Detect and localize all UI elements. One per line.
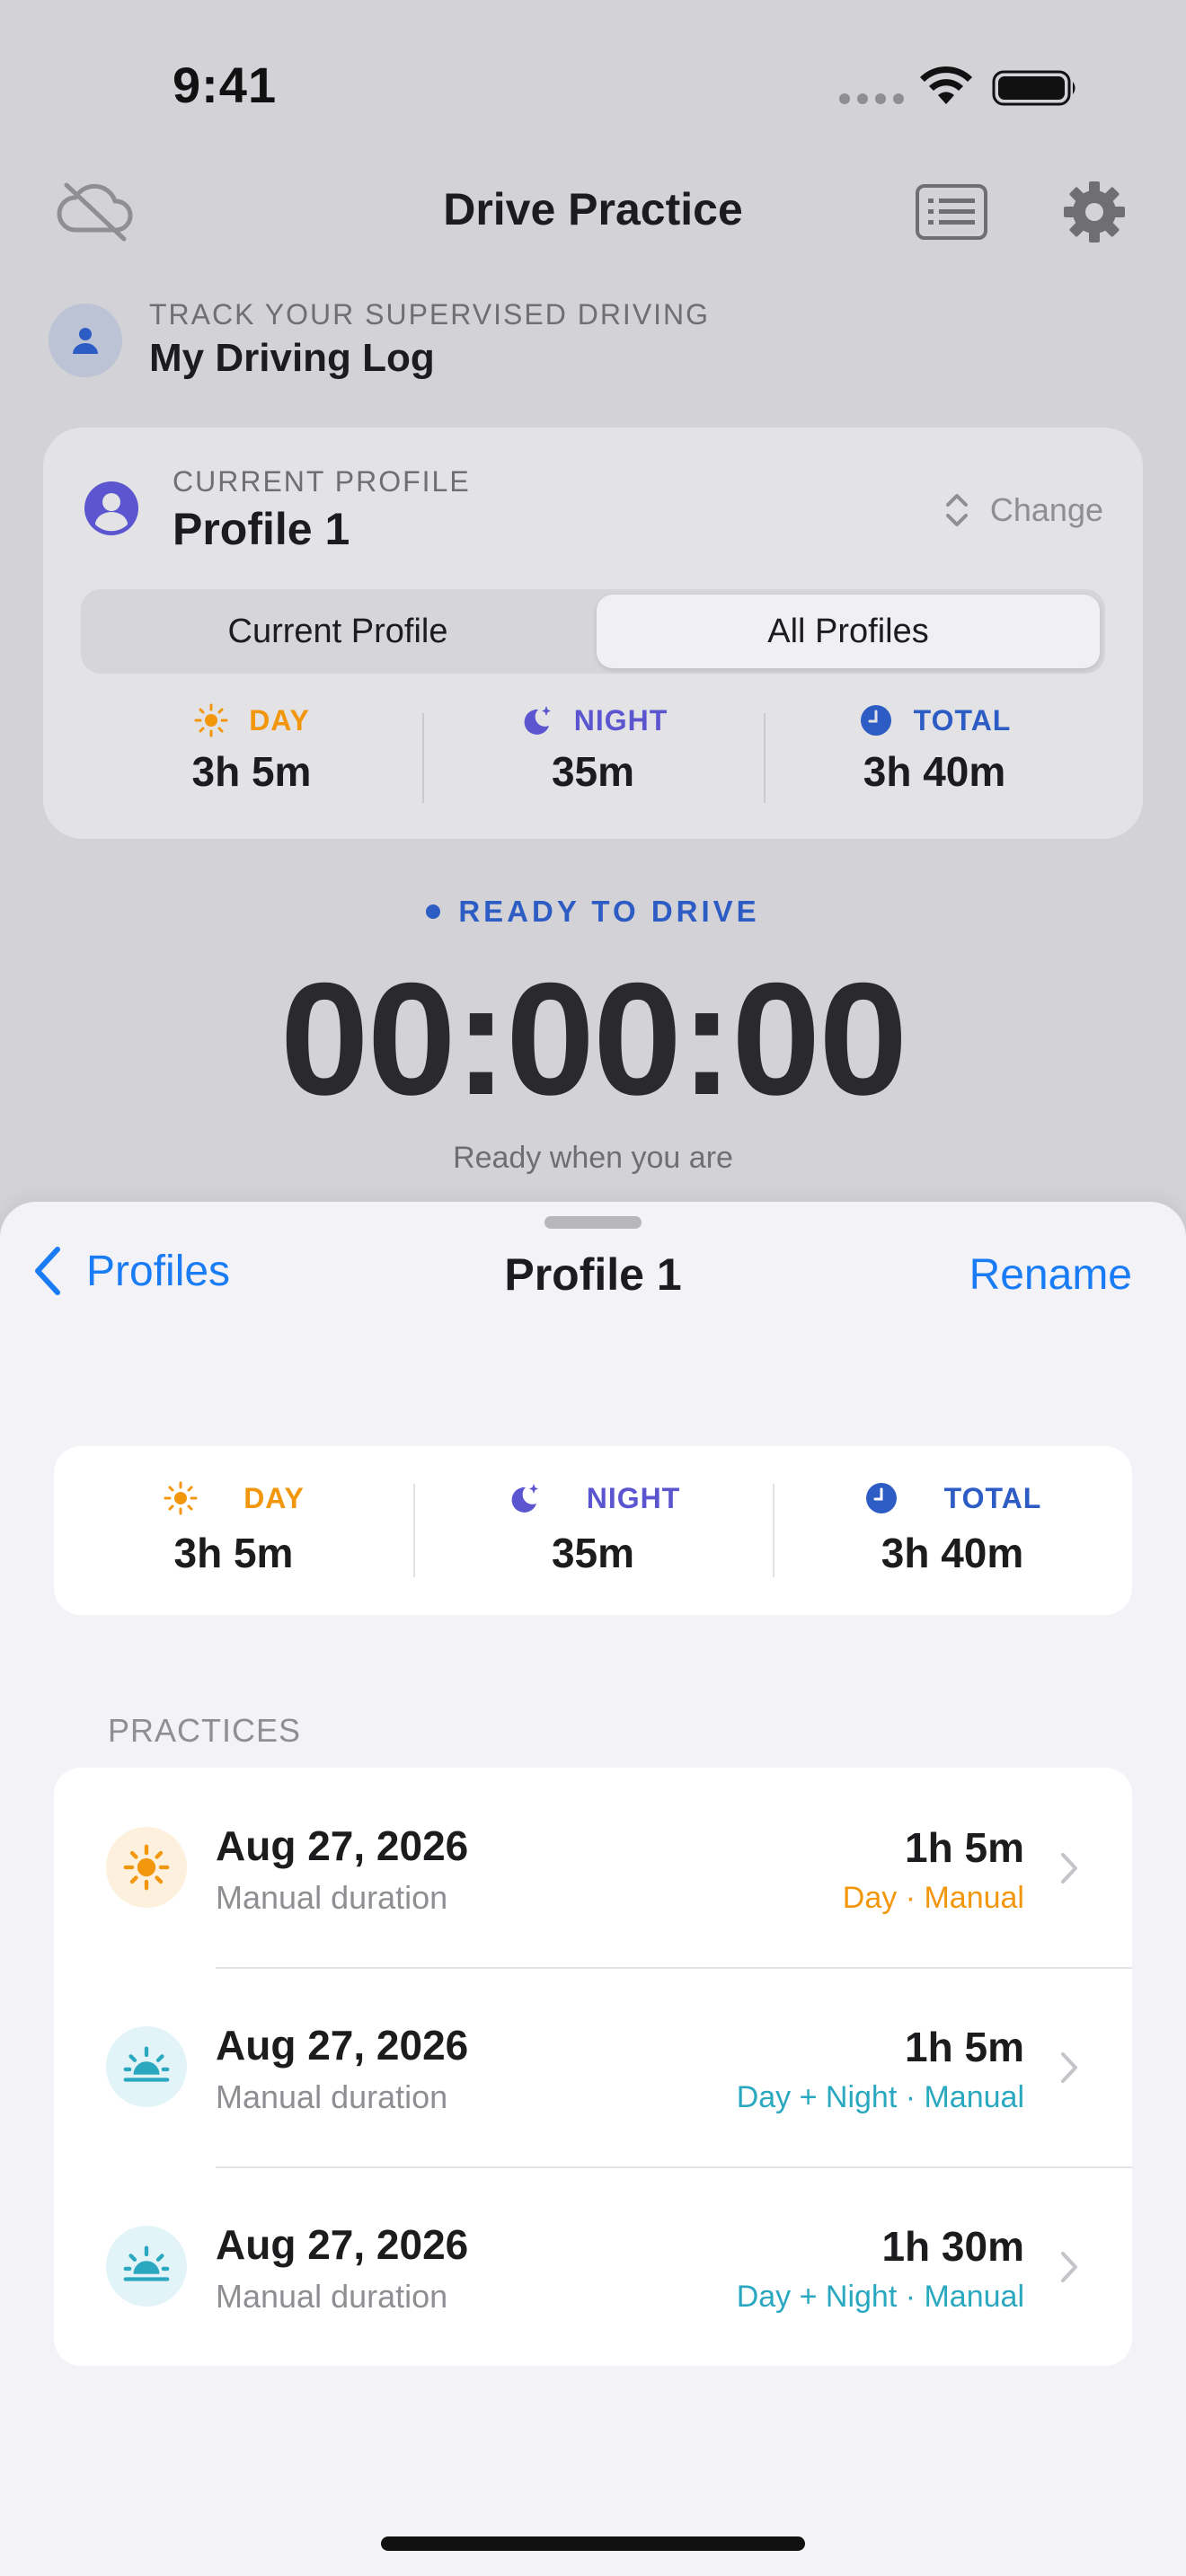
profile-stats: DAY 3h 5m NIGHT 35m TOTAL 3h 40m [81, 702, 1105, 819]
practice-duration: 1h 30m [881, 2223, 1024, 2270]
drive-status-label: READY TO DRIVE [458, 895, 760, 928]
stat-night-value: 35m [551, 748, 635, 795]
stat-night-label: NIGHT [573, 703, 668, 737]
chevron-up-down-icon [945, 494, 968, 526]
sheet-stat-night: NIGHT 35m [413, 1480, 773, 1588]
practice-date: Aug 27, 2026 [216, 1822, 469, 1869]
sheet-grabber[interactable] [544, 1216, 642, 1229]
practice-row[interactable]: Aug 27, 2026 Manual duration 1h 5m Day ·… [54, 1768, 1132, 1967]
sheet-stats: DAY 3h 5m NIGHT 35m TOTAL 3h 40m [54, 1480, 1132, 1588]
clock-icon [865, 1483, 897, 1513]
header-title: My Driving Log [149, 336, 435, 380]
practice-date: Aug 27, 2026 [216, 2022, 469, 2069]
segment-current-profile[interactable]: Current Profile [86, 595, 589, 668]
chevron-right-icon [1061, 2052, 1077, 2083]
status-time: 9:41 [173, 57, 278, 113]
sun-icon [194, 703, 228, 737]
sunset-icon [106, 2226, 187, 2307]
status-bar: 9:41 [0, 0, 1186, 162]
app-title: Drive Practice [443, 184, 743, 234]
practice-date: Aug 27, 2026 [216, 2221, 469, 2268]
sheet-stat-day-value: 3h 5m [173, 1530, 294, 1576]
sheet-stat-day: DAY 3h 5m [54, 1480, 413, 1588]
gear-icon[interactable] [1060, 178, 1128, 246]
practice-kind: Day + Night · Manual [736, 2080, 1024, 2114]
person-icon [73, 328, 98, 354]
battery-icon [992, 70, 1075, 106]
moon-stars-icon [511, 1484, 538, 1513]
practice-subtitle: Manual duration [216, 2078, 448, 2115]
header-eyebrow: TRACK YOUR SUPERVISED DRIVING [149, 298, 711, 331]
user-avatar [49, 304, 122, 377]
segment-all-profiles[interactable]: All Profiles [597, 595, 1100, 668]
cellular-signal-icon [839, 93, 904, 104]
rename-button[interactable]: Rename [969, 1250, 1132, 1300]
profile-detail-sheet: Profiles Profile 1 Rename DAY 3h 5m NIGH… [0, 1202, 1186, 2576]
sheet-stat-night-label: NIGHT [586, 1481, 681, 1514]
sunset-icon [106, 2026, 187, 2107]
stat-night: NIGHT 35m [422, 702, 764, 819]
practice-duration: 1h 5m [905, 2024, 1024, 2070]
log-list-icon[interactable] [915, 183, 988, 241]
row-divider [216, 1967, 1132, 1969]
practice-kind: Day · Manual [842, 1881, 1024, 1915]
sheet-stat-total-value: 3h 40m [881, 1530, 1024, 1576]
sheet-stats-card: DAY 3h 5m NIGHT 35m TOTAL 3h 40m [54, 1446, 1132, 1615]
timer-subtitle: Ready when you are [453, 1141, 733, 1175]
stat-day-label: DAY [249, 703, 310, 737]
practice-duration: 1h 5m [905, 1824, 1024, 1871]
stat-total: TOTAL 3h 40m [764, 702, 1105, 819]
sun-icon [106, 1827, 187, 1908]
chevron-right-icon [1061, 2252, 1077, 2282]
navigation-bar: Drive Practice [0, 162, 1186, 260]
profile-eyebrow: CURRENT PROFILE [173, 465, 471, 498]
current-profile-card: CURRENT PROFILE Profile 1 Change Current… [43, 428, 1143, 839]
stat-total-label: TOTAL [913, 703, 1012, 737]
practice-row[interactable]: Aug 27, 2026 Manual duration 1h 5m Day +… [54, 1967, 1132, 2166]
sheet-stat-total-label: TOTAL [943, 1481, 1042, 1514]
sun-icon [164, 1481, 198, 1515]
profile-avatar-icon [84, 481, 138, 535]
row-divider [216, 2166, 1132, 2168]
profile-name: Profile 1 [173, 504, 350, 554]
drive-timer: 00:00:00 [279, 949, 908, 1128]
status-dot [426, 904, 441, 919]
clock-icon [860, 705, 891, 736]
sheet-stat-total: TOTAL 3h 40m [773, 1480, 1132, 1588]
practice-subtitle: Manual duration [216, 2278, 448, 2315]
sheet-stat-night-value: 35m [551, 1530, 635, 1576]
change-label: Change [989, 491, 1103, 528]
sheet-stat-day-label: DAY [243, 1481, 305, 1514]
home-indicator[interactable] [381, 2536, 805, 2551]
moon-stars-icon [524, 706, 551, 735]
practice-row[interactable]: Aug 27, 2026 Manual duration 1h 30m Day … [54, 2166, 1132, 2366]
practice-list: Aug 27, 2026 Manual duration 1h 5m Day ·… [54, 1768, 1132, 2366]
stat-total-value: 3h 40m [863, 748, 1006, 795]
change-profile-button[interactable]: Change [943, 490, 1103, 530]
practices-section-header: PRACTICES [108, 1712, 302, 1749]
profile-scope-segmented-control: Current Profile All Profiles [81, 589, 1105, 674]
stat-day: DAY 3h 5m [81, 702, 422, 819]
wifi-icon [920, 66, 972, 104]
practice-kind: Day + Night · Manual [736, 2280, 1024, 2314]
stat-day-value: 3h 5m [191, 748, 312, 795]
chevron-right-icon [1061, 1853, 1077, 1883]
practice-subtitle: Manual duration [216, 1879, 448, 1916]
drive-status: READY TO DRIVE [0, 895, 1186, 929]
